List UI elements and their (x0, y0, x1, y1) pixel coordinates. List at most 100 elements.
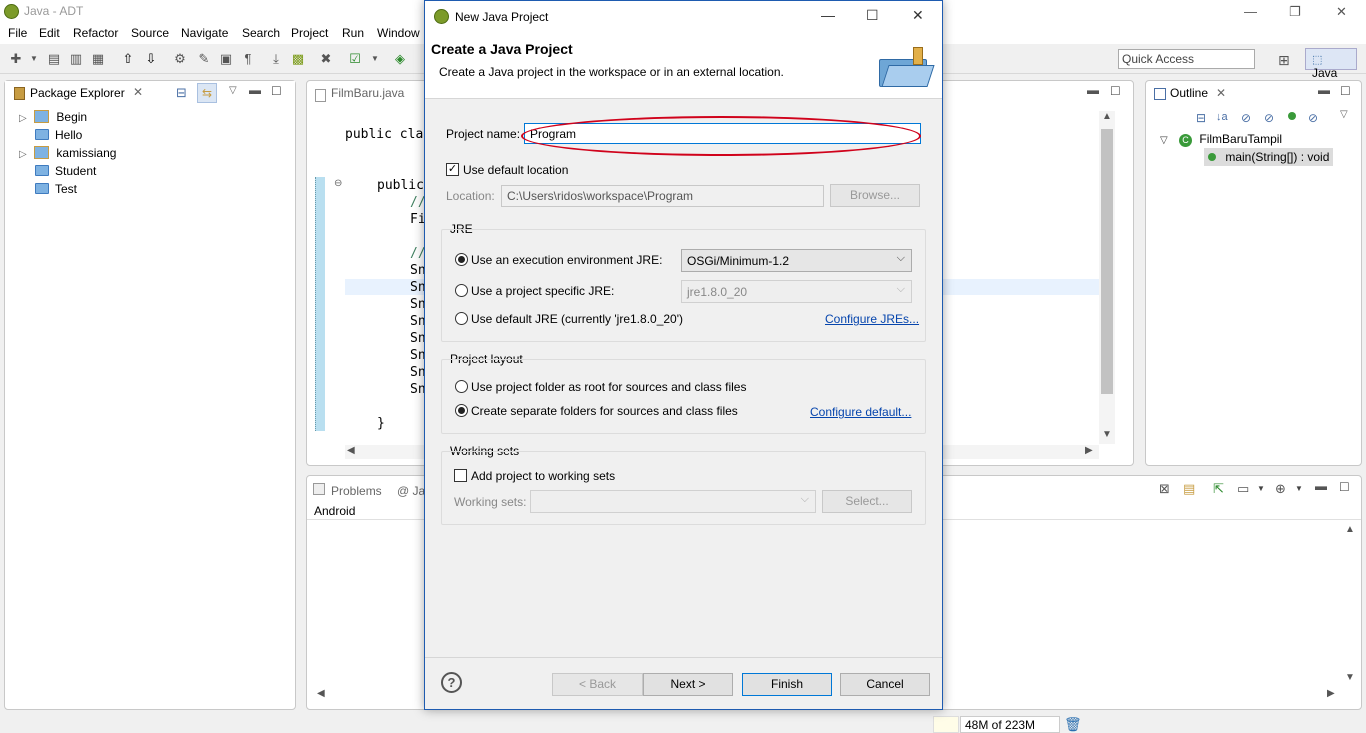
minimize-view-icon[interactable]: ▬ (1087, 83, 1099, 97)
working-sets-select[interactable]: ⌵ (530, 490, 816, 513)
scroll-right-icon[interactable]: ▶ (1327, 688, 1335, 699)
code-line[interactable]: public cla (345, 127, 423, 142)
problems-tab[interactable]: Problems (331, 484, 382, 498)
download-icon[interactable]: ⇩ (143, 51, 159, 67)
fold-icon[interactable]: ⊖ (334, 178, 342, 189)
new-icon[interactable]: ✚ (8, 51, 24, 67)
sort-icon[interactable]: ↓a (1216, 111, 1228, 123)
menu-file[interactable]: File (8, 26, 27, 40)
maximize-view-icon[interactable]: ☐ (1110, 84, 1121, 98)
layout-icon[interactable]: ▣ (218, 51, 234, 67)
menu-window[interactable]: Window (377, 26, 420, 40)
configure-jres-link[interactable]: Configure JREs... (825, 312, 919, 326)
add-to-working-sets-checkbox[interactable] (454, 469, 467, 482)
hide-local-types-icon[interactable]: ⊘ (1308, 111, 1318, 125)
tree-item-student[interactable]: Student (35, 162, 96, 180)
maximize-icon[interactable]: ☐ (866, 7, 879, 24)
import-icon[interactable]: ⤓ (268, 51, 284, 67)
print-icon[interactable]: ▦ (90, 51, 106, 67)
vertical-scrollbar[interactable]: ▲ ▼ (1099, 111, 1115, 444)
cancel-button[interactable]: Cancel (840, 673, 930, 696)
outline-class-item[interactable]: ▽ C FilmBaruTampil (1160, 130, 1282, 148)
upload-icon[interactable]: ⇧ (120, 51, 136, 67)
jre-specific-select[interactable]: jre1.8.0_20 ⌵ (681, 280, 912, 303)
jre-default-radio[interactable] (455, 312, 468, 325)
layout-root-radio[interactable] (455, 380, 468, 393)
location-input[interactable]: C:\Users\ridos\workspace\Program (501, 185, 824, 207)
outline-method-item[interactable]: main(String[]) : void (1204, 148, 1334, 166)
maximize-view-icon[interactable]: ☐ (271, 84, 282, 98)
select-working-sets-button[interactable]: Select... (822, 490, 912, 513)
menu-run[interactable]: Run (342, 26, 364, 40)
collapse-all-icon[interactable]: ⊟ (176, 85, 187, 101)
sdk-manager-icon[interactable]: ⚙ (172, 51, 188, 67)
minimize-view-icon[interactable]: ▬ (1318, 83, 1330, 97)
trash-icon[interactable]: 🗑 (1064, 716, 1082, 733)
layout-separate-radio[interactable] (455, 404, 468, 417)
minimize-icon[interactable]: — (821, 7, 835, 23)
configure-default-link[interactable]: Configure default... (810, 405, 911, 419)
code-line[interactable]: public (377, 178, 424, 193)
wand-icon[interactable]: ✎ (196, 51, 212, 67)
maximize-icon[interactable]: ❐ (1289, 4, 1301, 20)
dropdown-icon[interactable]: ▼ (26, 51, 42, 67)
clear-console-icon[interactable]: ⊠ (1159, 481, 1170, 497)
scroll-right-icon[interactable]: ▶ (1085, 445, 1093, 456)
outline-tab[interactable]: Outline (1170, 86, 1208, 100)
jre-env-radio[interactable] (455, 253, 468, 266)
help-icon[interactable]: ? (441, 672, 462, 693)
scroll-lock-icon[interactable]: ▤ (1183, 481, 1195, 497)
hide-fields-icon[interactable]: ⊘ (1241, 111, 1251, 125)
scroll-down-icon[interactable]: ▼ (1345, 672, 1355, 683)
menu-navigate[interactable]: Navigate (181, 26, 228, 40)
next-button[interactable]: Next > (643, 673, 733, 696)
pin-console-icon[interactable]: ⇱ (1213, 481, 1224, 497)
close-icon[interactable]: ✕ (912, 7, 924, 24)
scroll-up-icon[interactable]: ▲ (1345, 524, 1355, 535)
close-icon[interactable]: ✕ (1336, 4, 1347, 20)
open-perspective-icon[interactable]: ⊞ (1278, 52, 1290, 69)
collapse-icon[interactable]: ▽ (1160, 135, 1168, 146)
jre-specific-radio[interactable] (455, 284, 468, 297)
display-console-icon[interactable]: ▭ (1237, 481, 1249, 497)
maximize-view-icon[interactable]: ☐ (1340, 84, 1351, 98)
package-explorer-tab[interactable]: Package Explorer (30, 86, 125, 100)
menu-search[interactable]: Search (242, 26, 280, 40)
scroll-down-icon[interactable]: ▼ (1102, 429, 1112, 440)
minimize-view-icon[interactable]: ▬ (249, 83, 261, 97)
debug-icon[interactable]: ◈ (392, 51, 408, 67)
back-button[interactable]: < Back (552, 673, 643, 696)
hide-nonpublic-icon[interactable] (1288, 112, 1296, 120)
jre-env-select[interactable]: OSGi/Minimum-1.2 ⌵ (681, 249, 912, 272)
open-console-icon[interactable]: ⊕ (1275, 481, 1286, 497)
maximize-view-icon[interactable]: ☐ (1339, 480, 1350, 494)
menu-refactor[interactable]: Refactor (73, 26, 118, 40)
view-menu-icon[interactable]: ▽ (1340, 109, 1348, 120)
javadoc-tab[interactable]: @ Ja (397, 484, 425, 498)
dropdown-icon[interactable]: ▼ (1257, 484, 1265, 493)
minimize-icon[interactable]: — (1244, 4, 1257, 19)
scroll-up-icon[interactable]: ▲ (1102, 111, 1112, 122)
menu-project[interactable]: Project (291, 26, 328, 40)
scrollbar-thumb[interactable] (1101, 129, 1113, 394)
menu-edit[interactable]: Edit (39, 26, 60, 40)
use-default-location-checkbox[interactable]: ✓ (446, 163, 459, 176)
android-icon[interactable]: ▩ (290, 51, 306, 67)
save-all-icon[interactable]: ▥ (68, 51, 84, 67)
view-menu-icon[interactable]: ▽ (229, 85, 237, 96)
tree-item-begin[interactable]: ▷ Begin (19, 108, 87, 126)
close-tab-icon[interactable]: ✕ (133, 85, 143, 99)
minimize-view-icon[interactable]: ▬ (1315, 479, 1327, 493)
tree-item-hello[interactable]: Hello (35, 126, 82, 144)
code-line[interactable]: } (377, 416, 385, 431)
editor-tab[interactable]: FilmBaru.java (331, 86, 404, 100)
menu-source[interactable]: Source (131, 26, 169, 40)
scroll-left-icon[interactable]: ◀ (317, 688, 325, 699)
dropdown-icon[interactable]: ▼ (1295, 484, 1303, 493)
dropdown-icon[interactable]: ▼ (367, 51, 383, 67)
java-perspective-button[interactable]: ⬚ Java (1305, 48, 1357, 80)
collapse-all-icon[interactable]: ⊟ (1196, 111, 1206, 125)
expand-icon[interactable]: ▷ (19, 113, 27, 124)
expand-icon[interactable]: ▷ (19, 149, 27, 160)
close-tab-icon[interactable]: ✕ (1216, 86, 1226, 100)
